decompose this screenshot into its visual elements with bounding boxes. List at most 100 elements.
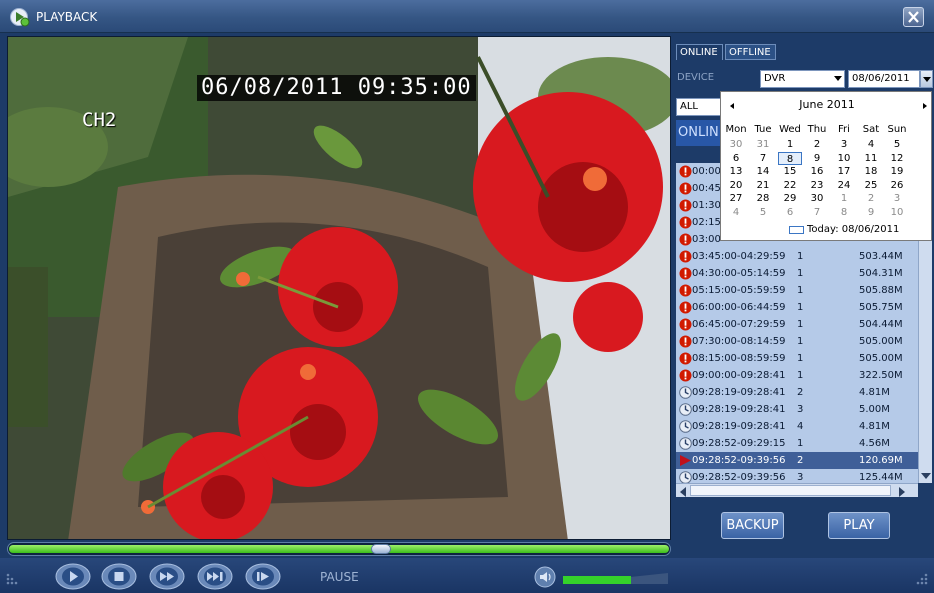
list-item[interactable]: 09:00:00-09:28:41 1 322.50M <box>676 367 918 384</box>
list-item[interactable]: 06:00:00-06:44:59 1 505.75M <box>676 299 918 316</box>
calendar-day[interactable]: 14 <box>751 165 775 178</box>
calendar-day[interactable]: 17 <box>832 165 856 178</box>
list-item[interactable]: 08:15:00-08:59:59 1 505.00M <box>676 350 918 367</box>
file-channel: 1 <box>797 353 804 364</box>
speaker-icon[interactable] <box>534 566 556 588</box>
list-item[interactable]: 03:45:00-04:29:59 1 503.44M <box>676 248 918 265</box>
scroll-thumb[interactable] <box>690 485 891 496</box>
volume-slider[interactable] <box>563 573 668 585</box>
calendar-day[interactable]: 30 <box>724 138 748 151</box>
play-button[interactable] <box>54 563 92 590</box>
calendar-day[interactable]: 15 <box>778 165 802 178</box>
calendar-day[interactable]: 8 <box>832 206 856 219</box>
record-type-filter[interactable]: ALL <box>676 98 724 116</box>
backup-button[interactable]: BACKUP <box>721 512 784 539</box>
calendar-day[interactable]: 7 <box>751 152 775 165</box>
motion-record-icon <box>679 420 692 433</box>
file-channel: 2 <box>797 387 804 398</box>
list-item[interactable]: 09:28:19-09:28:41 2 4.81M <box>676 384 918 401</box>
weekday-header: Sat <box>862 124 880 135</box>
calendar-day[interactable]: 4 <box>724 206 748 219</box>
calendar-day[interactable]: 7 <box>805 206 829 219</box>
scroll-right-icon[interactable] <box>899 487 905 497</box>
calendar-day[interactable]: 19 <box>885 165 909 178</box>
calendar-day[interactable]: 1 <box>778 138 802 151</box>
date-field[interactable]: 08/06/2011 <box>848 70 920 88</box>
calendar-day[interactable]: 23 <box>805 179 829 192</box>
video-viewport[interactable]: 06/08/2011 09:35:00 CH2 <box>7 36 671 540</box>
file-channel: 1 <box>797 319 804 330</box>
file-channel: 1 <box>797 302 804 313</box>
file-size: 120.69M <box>859 455 903 466</box>
calendar-day[interactable]: 21 <box>751 179 775 192</box>
calendar-day[interactable]: 28 <box>751 192 775 205</box>
fast-forward-button[interactable] <box>148 563 186 590</box>
calendar-day[interactable]: 27 <box>724 192 748 205</box>
calendar-day[interactable]: 10 <box>832 152 856 165</box>
play-file-button[interactable]: PLAY <box>828 512 890 539</box>
window-title: PLAYBACK <box>36 10 98 24</box>
calendar-day[interactable]: 3 <box>832 138 856 151</box>
calendar-day[interactable]: 26 <box>885 179 909 192</box>
calendar-day[interactable]: 5 <box>751 206 775 219</box>
playback-status: PAUSE <box>320 570 359 584</box>
list-item[interactable]: 09:28:52-09:39:56 3 125.44M <box>676 469 918 483</box>
calendar-day[interactable]: 1 <box>832 192 856 205</box>
calendar-day[interactable]: 2 <box>859 192 883 205</box>
list-item[interactable]: 09:28:19-09:28:41 4 4.81M <box>676 418 918 435</box>
alarm-record-icon <box>679 182 692 195</box>
list-item[interactable]: 04:30:00-05:14:59 1 504.31M <box>676 265 918 282</box>
calendar-day[interactable]: 20 <box>724 179 748 192</box>
file-size: 322.50M <box>859 370 903 381</box>
file-size: 4.81M <box>859 387 890 398</box>
alarm-record-icon <box>679 165 692 178</box>
calendar-day[interactable]: 31 <box>751 138 775 151</box>
osd-datetime: 06/08/2011 09:35:00 <box>197 75 476 101</box>
calendar-day[interactable]: 5 <box>885 138 909 151</box>
list-item[interactable]: 09:28:52-09:29:15 1 4.56M <box>676 435 918 452</box>
calendar-day[interactable]: 6 <box>724 152 748 165</box>
calendar-day[interactable]: 6 <box>778 206 802 219</box>
stop-button[interactable] <box>100 563 138 590</box>
close-button[interactable] <box>903 7 924 27</box>
playback-progress-bar[interactable] <box>7 542 671 556</box>
calendar-day[interactable]: 22 <box>778 179 802 192</box>
list-horizontal-scrollbar[interactable] <box>676 483 918 497</box>
tab-online[interactable]: ONLINE <box>676 44 723 60</box>
date-dropdown-button[interactable] <box>920 70 933 88</box>
file-time-range: 09:28:52-09:39:56 <box>692 472 786 483</box>
list-item[interactable]: 07:30:00-08:14:59 1 505.00M <box>676 333 918 350</box>
calendar-day[interactable]: 9 <box>859 206 883 219</box>
calendar-day[interactable]: 30 <box>805 192 829 205</box>
calendar-day[interactable]: 13 <box>724 165 748 178</box>
tab-offline[interactable]: OFFLINE <box>725 44 776 60</box>
calendar-day[interactable]: 16 <box>805 165 829 178</box>
list-item[interactable]: 06:45:00-07:29:59 1 504.44M <box>676 316 918 333</box>
calendar-day[interactable]: 4 <box>859 138 883 151</box>
resize-grip-icon[interactable] <box>914 571 928 585</box>
calendar-day[interactable]: 3 <box>885 192 909 205</box>
calendar-month-title: June 2011 <box>799 98 855 111</box>
calendar-day[interactable]: 25 <box>859 179 883 192</box>
calendar-day[interactable]: 24 <box>832 179 856 192</box>
frame-advance-button[interactable] <box>244 563 282 590</box>
step-forward-button[interactable] <box>196 563 234 590</box>
scroll-down-icon[interactable] <box>921 473 931 479</box>
today-link[interactable]: Today: 08/06/2011 <box>807 224 899 235</box>
list-item[interactable]: 09:28:19-09:28:41 3 5.00M <box>676 401 918 418</box>
scroll-left-icon[interactable] <box>680 487 686 497</box>
calendar-day[interactable]: 8 <box>778 151 802 165</box>
list-item[interactable]: 05:15:00-05:59:59 1 505.88M <box>676 282 918 299</box>
calendar-day[interactable]: 18 <box>859 165 883 178</box>
calendar-day[interactable]: 11 <box>859 152 883 165</box>
list-item[interactable]: 09:28:52-09:39:56 2 120.69M <box>676 452 918 469</box>
file-channel: 1 <box>797 285 804 296</box>
calendar-day[interactable]: 10 <box>885 206 909 219</box>
next-month-icon[interactable] <box>923 103 927 109</box>
calendar-day[interactable]: 9 <box>805 152 829 165</box>
device-select[interactable]: DVR <box>760 70 845 88</box>
calendar-day[interactable]: 29 <box>778 192 802 205</box>
calendar-day[interactable]: 12 <box>885 152 909 165</box>
progress-thumb[interactable] <box>371 544 391 554</box>
calendar-day[interactable]: 2 <box>805 138 829 151</box>
